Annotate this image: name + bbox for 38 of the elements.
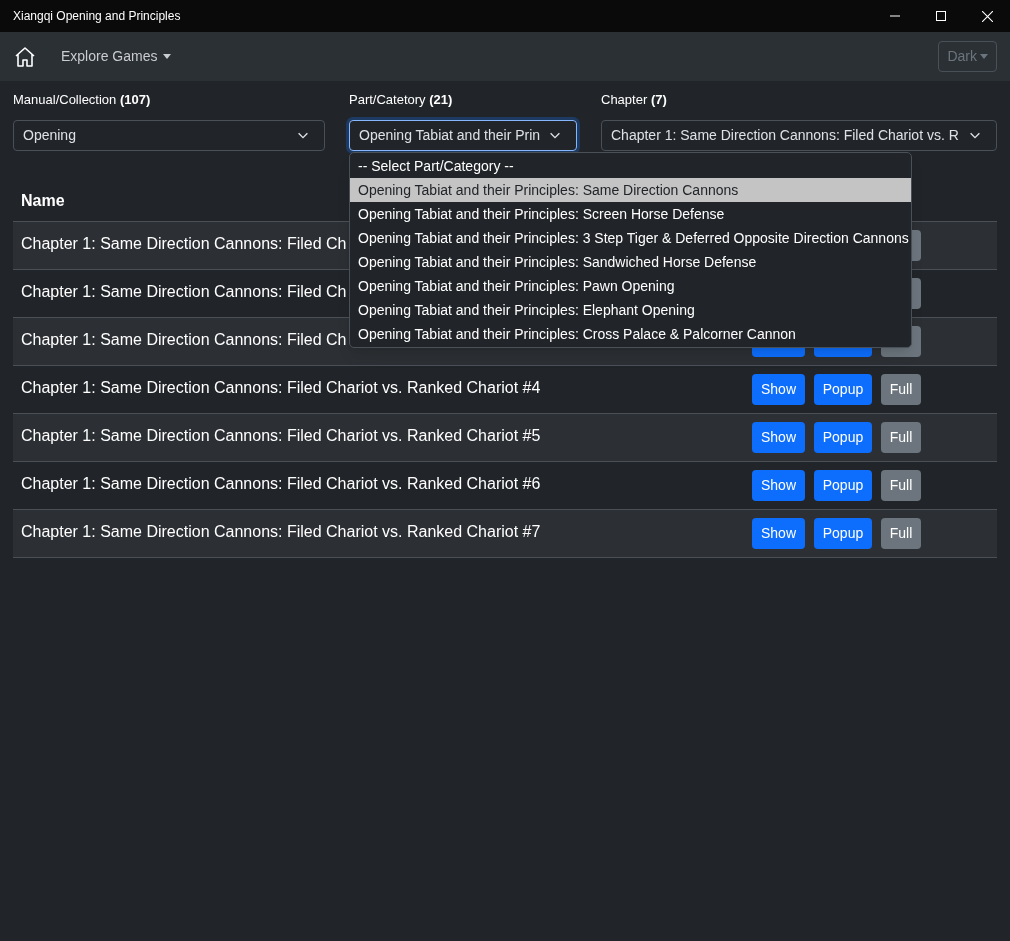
popup-button[interactable]: Popup bbox=[814, 373, 872, 405]
filter-label: Chapter (7) bbox=[601, 91, 668, 109]
select-field[interactable]: Chapter 1: Same Direction Cannons: Filed Chariot vs. R bbox=[601, 119, 997, 151]
full-button[interactable]: Full bbox=[881, 469, 921, 501]
chapter-name: Chapter 1: Same Direction Cannons: Filed Ch bbox=[21, 329, 347, 350]
popup-button[interactable]: Popup bbox=[814, 469, 872, 501]
chapter-name: Chapter 1: Same Direction Cannons: Filed Chariot vs. Ranked Chariot #5 bbox=[21, 425, 541, 446]
show-button[interactable]: Show bbox=[752, 469, 805, 501]
full-button[interactable]: Full bbox=[881, 373, 921, 405]
chapter-name: Chapter 1: Same Direction Cannons: Filed Chariot vs. Ranked Chariot #4 bbox=[21, 377, 541, 398]
select-field[interactable]: Opening bbox=[13, 119, 325, 151]
dropdown-option[interactable]: Opening Tabiat and their Principles: Same Direction Cannons bbox=[350, 178, 911, 202]
dropdown-option[interactable]: Opening Tabiat and their Principles: 3 Step Tiger & Deferred Opposite Direction Cannons bbox=[350, 226, 911, 250]
filter-label: Manual/Collection (107) bbox=[13, 91, 152, 109]
popup-button[interactable]: Popup bbox=[814, 517, 872, 549]
dropdown-option[interactable]: Opening Tabiat and their Principles: Cross Palace & Palcorner Cannon bbox=[350, 322, 911, 346]
chapter-name: Chapter 1: Same Direction Cannons: Filed Chariot vs. Ranked Chariot #7 bbox=[21, 521, 541, 542]
explore-games-menu[interactable]: Explore Games bbox=[61, 46, 172, 67]
filter-label: Part/Catetory (21) bbox=[349, 91, 454, 109]
show-button[interactable]: Show bbox=[752, 421, 805, 453]
full-button[interactable]: Full bbox=[881, 421, 921, 453]
show-button[interactable]: Show bbox=[752, 373, 805, 405]
chapter-name: Chapter 1: Same Direction Cannons: Filed Chariot vs. Ranked Chariot #6 bbox=[21, 473, 541, 494]
dropdown-option[interactable]: -- Select Part/Category -- bbox=[350, 154, 911, 178]
full-button[interactable]: Full bbox=[881, 517, 921, 549]
dropdown-option[interactable]: Opening Tabiat and their Principles: Pawn Opening bbox=[350, 274, 911, 298]
chapter-name: Chapter 1: Same Direction Cannons: Filed Ch bbox=[21, 233, 347, 254]
home-icon[interactable] bbox=[13, 44, 37, 69]
chapter-name: Chapter 1: Same Direction Cannons: Filed Ch bbox=[21, 281, 347, 302]
dropdown-option[interactable]: Opening Tabiat and their Principles: Screen Horse Defense bbox=[350, 202, 911, 226]
theme-dropdown[interactable]: Dark bbox=[938, 41, 997, 72]
dropdown-option[interactable]: Opening Tabiat and their Principles: Sandwiched Horse Defense bbox=[350, 250, 911, 274]
show-button[interactable]: Show bbox=[752, 517, 805, 549]
window-title: Xiangqi Opening and Principles bbox=[12, 8, 181, 25]
popup-button[interactable]: Popup bbox=[814, 421, 872, 453]
dropdown-option[interactable]: Opening Tabiat and their Principles: Elephant Opening bbox=[350, 298, 911, 322]
column-header: Name bbox=[21, 191, 65, 211]
select-field[interactable]: Opening Tabiat and their Prin bbox=[349, 119, 577, 151]
